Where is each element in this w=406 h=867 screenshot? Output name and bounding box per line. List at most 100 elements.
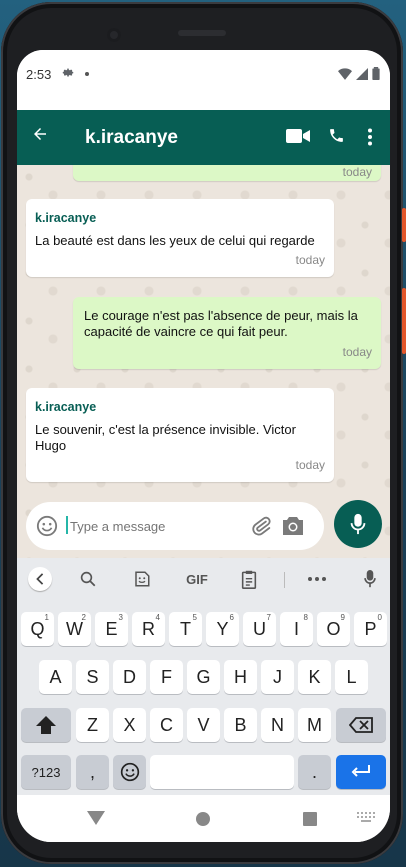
emoji-key[interactable] <box>113 755 146 789</box>
message-composer <box>26 502 324 550</box>
system-navigation-bar <box>17 795 390 842</box>
emoji-icon[interactable] <box>36 515 58 542</box>
key-f[interactable]: F <box>150 660 183 694</box>
clipboard-icon[interactable] <box>241 568 257 590</box>
key-q[interactable]: Q1 <box>21 612 54 646</box>
settings-gear-icon <box>61 65 75 82</box>
message-time: today <box>342 165 372 179</box>
backspace-key[interactable] <box>336 708 386 742</box>
mic-button[interactable] <box>334 500 382 548</box>
key-hint: 2 <box>81 613 86 622</box>
key-g[interactable]: G <box>187 660 220 694</box>
key-w[interactable]: W2 <box>58 612 91 646</box>
symbols-key[interactable]: ?123 <box>21 755 71 789</box>
status-icons <box>338 67 380 80</box>
key-label: T <box>180 618 191 639</box>
key-o[interactable]: O9 <box>317 612 350 646</box>
key-hint: 5 <box>192 613 197 622</box>
key-i[interactable]: I8 <box>280 612 313 646</box>
nav-home-icon[interactable] <box>196 812 210 831</box>
key-e[interactable]: E3 <box>95 612 128 646</box>
volume-button[interactable] <box>402 288 406 354</box>
key-j[interactable]: J <box>261 660 294 694</box>
soft-keyboard: GIF Q1 W2 E3 R4 T5 Y6 U7 I8 O9 P0 A S D … <box>17 558 390 795</box>
message-time: today <box>295 458 325 472</box>
comma-key[interactable]: , <box>76 755 109 789</box>
key-l[interactable]: L <box>335 660 368 694</box>
key-label: I <box>293 618 299 639</box>
phone-screen: 2:53 k.iracanye today k.iracanye La beau… <box>17 50 390 842</box>
power-button[interactable] <box>402 208 406 242</box>
message-sender: k.iracanye <box>35 211 97 225</box>
video-call-icon[interactable] <box>286 126 310 151</box>
key-label: E <box>105 618 118 639</box>
key-hint: 1 <box>44 613 49 622</box>
key-b[interactable]: B <box>224 708 257 742</box>
more-horizontal-icon[interactable] <box>308 568 326 590</box>
chat-messages-area[interactable]: today k.iracanye La beauté est dans les … <box>17 165 390 558</box>
key-z[interactable]: Z <box>76 708 109 742</box>
sticker-icon[interactable] <box>133 568 151 590</box>
key-v[interactable]: V <box>187 708 220 742</box>
message-bubble-incoming[interactable]: k.iracanye Le souvenir, c'est la présenc… <box>26 388 334 482</box>
message-input[interactable] <box>68 514 242 538</box>
status-time: 2:53 <box>26 67 52 82</box>
mic-icon <box>350 513 366 535</box>
emoji-smile-icon <box>120 762 139 782</box>
space-bar[interactable] <box>150 755 294 789</box>
key-hint: 9 <box>340 613 345 622</box>
keyboard-switch-icon[interactable] <box>357 811 375 829</box>
key-u[interactable]: U7 <box>243 612 276 646</box>
voice-call-icon[interactable] <box>328 127 345 149</box>
key-label: O <box>326 618 341 639</box>
gif-button[interactable]: GIF <box>183 568 211 590</box>
key-hint: 7 <box>266 613 271 622</box>
key-y[interactable]: Y6 <box>206 612 239 646</box>
wifi-icon <box>338 67 352 80</box>
camera-icon[interactable] <box>281 515 305 542</box>
key-c[interactable]: C <box>150 708 183 742</box>
key-t[interactable]: T5 <box>169 612 202 646</box>
key-m[interactable]: M <box>298 708 331 742</box>
message-time: today <box>342 345 372 359</box>
key-hint: 8 <box>303 613 308 622</box>
earpiece-speaker <box>178 30 226 36</box>
shift-key[interactable] <box>21 708 71 742</box>
key-x[interactable]: X <box>113 708 146 742</box>
key-s[interactable]: S <box>76 660 109 694</box>
notification-dot-icon <box>85 72 89 76</box>
battery-icon <box>372 67 380 80</box>
voice-input-mic-icon[interactable] <box>364 568 376 590</box>
period-key[interactable]: . <box>298 755 331 789</box>
nav-recents-icon[interactable] <box>303 812 317 831</box>
more-options-icon[interactable] <box>367 128 373 151</box>
key-k[interactable]: K <box>298 660 331 694</box>
search-icon[interactable] <box>79 568 97 590</box>
message-time: today <box>295 253 325 267</box>
key-a[interactable]: A <box>39 660 72 694</box>
key-d[interactable]: D <box>113 660 146 694</box>
key-label: Y <box>216 618 229 639</box>
key-label: Q <box>30 618 45 639</box>
key-h[interactable]: H <box>224 660 257 694</box>
key-hint: 4 <box>155 613 160 622</box>
contact-name[interactable]: k.iracanye <box>85 127 178 149</box>
message-bubble-outgoing[interactable]: today <box>73 165 381 181</box>
back-arrow-icon[interactable] <box>31 124 49 148</box>
enter-key[interactable] <box>336 755 386 789</box>
status-bar: 2:53 <box>17 50 390 110</box>
enter-arrow-icon <box>351 765 370 777</box>
key-label: R <box>142 618 155 639</box>
message-text: Le courage n'est pas l'absence de peur, … <box>84 308 358 339</box>
key-p[interactable]: P0 <box>354 612 387 646</box>
key-r[interactable]: R4 <box>132 612 165 646</box>
nav-back-icon[interactable] <box>87 811 105 830</box>
key-n[interactable]: N <box>261 708 294 742</box>
chevron-left-icon[interactable] <box>28 567 52 591</box>
attach-paperclip-icon[interactable] <box>250 515 272 542</box>
message-bubble-outgoing[interactable]: Le courage n'est pas l'absence de peur, … <box>73 297 381 369</box>
key-label: P <box>364 618 377 639</box>
message-bubble-incoming[interactable]: k.iracanye La beauté est dans les yeux d… <box>26 199 334 277</box>
key-hint: 3 <box>118 613 123 622</box>
message-text: Le souvenir, c'est la présence invisible… <box>35 422 296 453</box>
